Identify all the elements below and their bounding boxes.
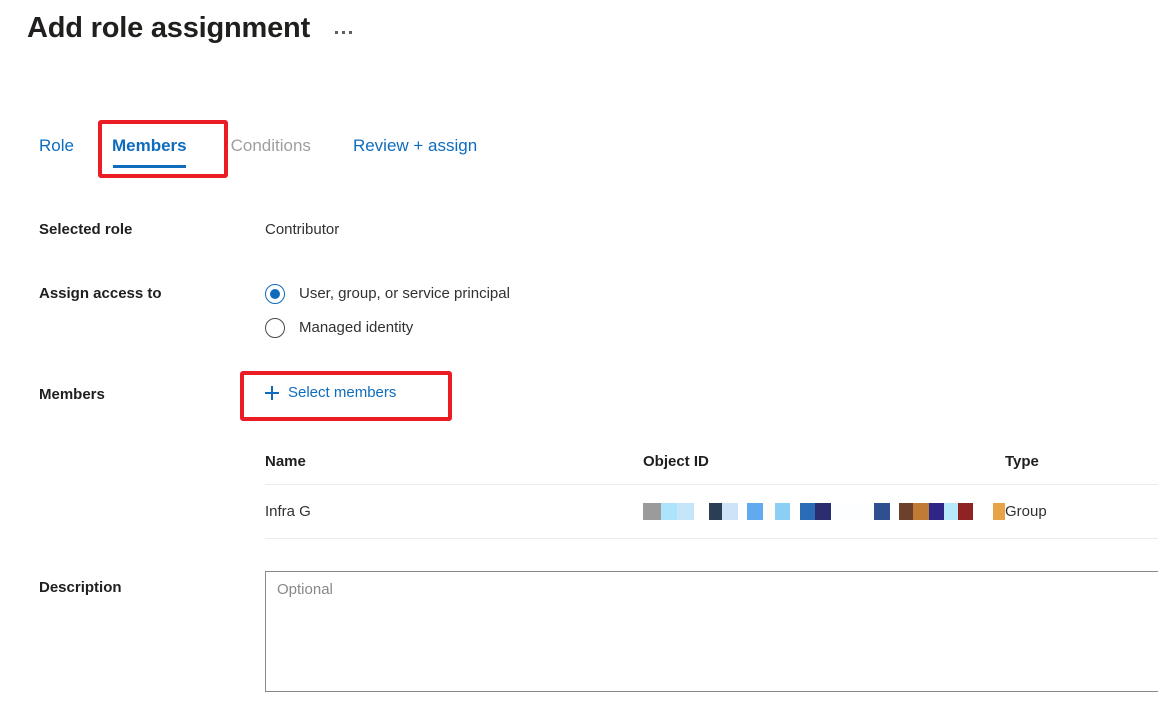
radio-label: User, group, or service principal: [299, 285, 510, 302]
redaction-block: [973, 503, 993, 520]
table-header-row: Name Object ID Type: [265, 452, 1158, 485]
redaction-block: [873, 503, 891, 520]
redaction-block: [944, 503, 959, 520]
radio-selected-icon: [265, 284, 285, 304]
redaction-block: [928, 503, 945, 520]
table-row[interactable]: Infra G Group: [265, 485, 1158, 539]
ellipsis-dot: [349, 30, 353, 34]
tab-conditions: Conditions: [231, 132, 311, 168]
select-members-label: Select members: [288, 384, 397, 401]
redaction-block: [774, 503, 791, 520]
radio-user-group-service-principal[interactable]: User, group, or service principal: [265, 277, 510, 311]
cell-type: Group: [1005, 502, 1047, 520]
redaction-block: [643, 503, 662, 520]
redaction-block: [747, 503, 764, 520]
redaction-block: [913, 503, 929, 520]
radio-label: Managed identity: [299, 319, 414, 336]
redaction-block: [790, 503, 801, 520]
description-label: Description: [39, 579, 122, 596]
selected-role-label: Selected role: [39, 221, 133, 238]
column-header-object-id: Object ID: [643, 453, 709, 470]
members-table: Name Object ID Type Infra G Group: [265, 452, 1158, 539]
selected-role-value: Contributor: [265, 221, 340, 238]
column-header-type: Type: [1005, 453, 1039, 470]
select-members-button[interactable]: Select members: [265, 383, 396, 403]
redaction-blocks: [643, 503, 1005, 520]
ellipsis-dot: [342, 30, 346, 34]
cell-object-id: [643, 503, 1005, 520]
redaction-block: [676, 503, 694, 520]
redaction-block: [890, 503, 900, 520]
redaction-block: [830, 503, 874, 520]
redaction-block: [763, 503, 775, 520]
cell-name: Infra G: [265, 502, 311, 520]
redaction-block: [693, 503, 710, 520]
description-input[interactable]: [265, 571, 1158, 692]
tab-bar: Role Members Conditions Review + assign: [39, 132, 477, 168]
assign-access-radio-group: User, group, or service principal Manage…: [265, 277, 510, 345]
more-options-icon[interactable]: [332, 25, 355, 40]
redaction-block: [992, 503, 1005, 520]
redaction-block: [958, 503, 974, 520]
radio-managed-identity[interactable]: Managed identity: [265, 311, 510, 345]
redaction-block: [661, 503, 677, 520]
plus-icon: [265, 386, 279, 400]
assign-access-to-label: Assign access to: [39, 285, 162, 302]
redaction-block: [815, 503, 831, 520]
tab-role[interactable]: Role: [39, 132, 74, 168]
redaction-block: [738, 503, 748, 520]
ellipsis-dot: [335, 30, 339, 34]
redaction-block: [709, 503, 723, 520]
tab-members[interactable]: Members: [112, 132, 187, 168]
column-header-name: Name: [265, 453, 306, 470]
redaction-block: [722, 503, 739, 520]
redaction-block: [800, 503, 815, 520]
page-header: Add role assignment: [27, 8, 355, 48]
radio-unselected-icon: [265, 318, 285, 338]
members-label: Members: [39, 386, 105, 403]
redaction-block: [899, 503, 914, 520]
tab-review-assign[interactable]: Review + assign: [353, 132, 477, 168]
page-title: Add role assignment: [27, 12, 311, 44]
